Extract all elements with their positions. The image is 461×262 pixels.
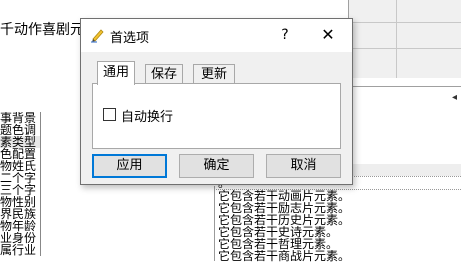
tab-save[interactable]: 保存 <box>145 64 183 84</box>
list-item[interactable]: 素类型 <box>0 136 40 148</box>
tab-update[interactable]: 更新 <box>193 64 235 84</box>
list-item[interactable]: 它包含若干历史片元素。 <box>214 214 461 226</box>
dialog-titlebar[interactable]: 首选项 ? ✕ <box>81 19 352 52</box>
preferences-dialog: 首选项 ? ✕ 通用 保存 更新 自动换行 应用 确定 取消 <box>80 18 353 185</box>
list-item[interactable]: 三个字 <box>0 184 40 196</box>
word-wrap-checkbox[interactable] <box>103 108 116 121</box>
grid-line <box>396 0 397 78</box>
list-item[interactable]: 它包含若干哲理元素。 <box>214 238 461 250</box>
dialog-title: 首选项 <box>110 31 150 46</box>
list-item[interactable]: 业身份 <box>0 232 40 244</box>
list-item[interactable]: 二个字 <box>0 172 40 184</box>
list-item[interactable]: 它包含若干商战片元素。 <box>214 250 461 262</box>
cancel-button[interactable]: 取消 <box>266 154 341 178</box>
list-item[interactable]: 物性别 <box>0 196 40 208</box>
close-button[interactable]: ✕ <box>313 21 343 49</box>
list-item[interactable]: 事背景 <box>0 112 40 124</box>
help-button[interactable]: ? <box>271 21 299 49</box>
list-item[interactable]: 题色调 <box>0 124 40 136</box>
list-item[interactable]: 它包含若干励志片元素。 <box>214 202 461 214</box>
app-pen-icon <box>90 27 106 43</box>
scroll-left-arrow-icon[interactable]: ◂ <box>452 92 457 103</box>
list-item[interactable]: 界民族 <box>0 208 40 220</box>
list-item[interactable]: 物年龄 <box>0 220 40 232</box>
list-item[interactable]: 属行业 <box>0 244 40 256</box>
list-item[interactable]: 它包含若干史诗元素。 <box>214 226 461 238</box>
background-category-list: 事背景 题色调 素类型 色配置 物姓氏 二个字 三个字 物性别 界民族 物年龄 … <box>0 112 41 256</box>
list-item[interactable]: 物姓氏 <box>0 160 40 172</box>
apply-button[interactable]: 应用 <box>92 154 167 178</box>
grid-line <box>348 48 461 49</box>
tab-general[interactable]: 通用 <box>97 61 135 85</box>
grid-line <box>348 22 461 23</box>
column-divider <box>214 186 215 261</box>
list-item[interactable]: 它包含若干动画片元素。 <box>214 190 461 202</box>
list-item[interactable]: 色配置 <box>0 148 40 160</box>
background-table-area <box>340 86 461 127</box>
background-table-header <box>348 0 461 78</box>
ok-button[interactable]: 确定 <box>179 154 254 178</box>
word-wrap-label[interactable]: 自动换行 <box>121 106 173 125</box>
